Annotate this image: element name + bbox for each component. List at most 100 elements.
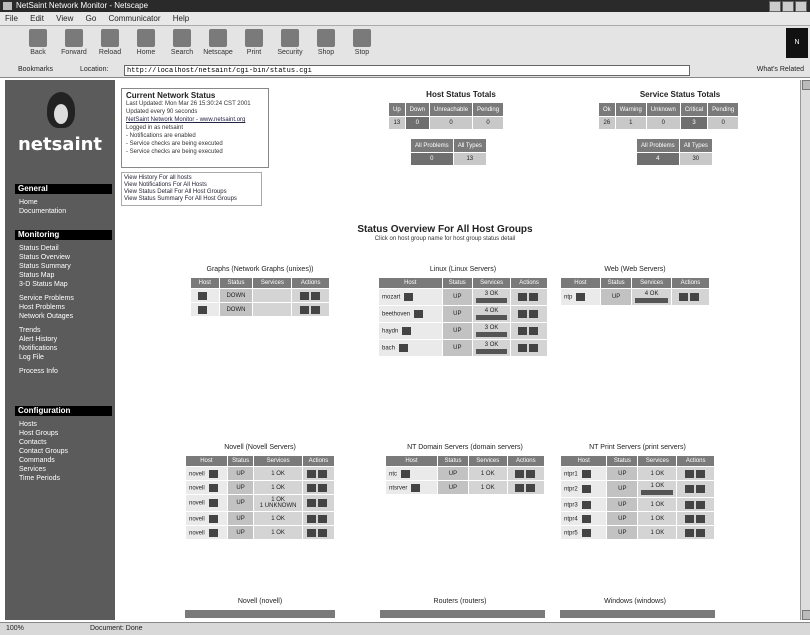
service-detail-icon[interactable] (684, 514, 694, 523)
url-input[interactable] (124, 65, 690, 76)
service-detail-icon[interactable] (299, 291, 309, 300)
sidebar-item-services[interactable]: Services (19, 465, 68, 474)
host-name[interactable]: novell (189, 516, 205, 522)
services-cell[interactable]: 1 OK (253, 525, 303, 540)
sidebar-item-status-map[interactable]: Status Map (19, 271, 74, 280)
services-summary[interactable]: 1 OK (641, 483, 673, 489)
service-detail-icon[interactable] (307, 514, 317, 523)
back-button[interactable]: Back (22, 29, 54, 56)
app-icon[interactable] (3, 2, 12, 10)
service-detail-icon[interactable] (518, 293, 528, 302)
sidebar-item-documentation[interactable]: Documentation (19, 207, 66, 216)
service-totals-header[interactable]: Ok (598, 102, 616, 117)
service-detail-icon[interactable] (307, 528, 317, 537)
sidebar-item-network-outages[interactable]: Network Outages (19, 312, 74, 321)
services-summary[interactable]: 1 OK (472, 485, 504, 491)
service-detail-icon[interactable] (684, 469, 694, 478)
menu-view[interactable]: View (51, 12, 78, 25)
extended-info-icon[interactable] (529, 310, 539, 319)
sidebar-item-3d-status-map[interactable]: 3-D Status Map (19, 280, 74, 289)
host-name[interactable]: novell (189, 501, 205, 507)
service-detail-icon[interactable] (299, 305, 309, 314)
services-cell[interactable]: 1 OK (467, 480, 508, 495)
view-notifications-link[interactable]: View Notifications For All Hosts (124, 182, 259, 189)
extended-info-icon[interactable] (695, 500, 705, 509)
services-cell[interactable]: 1 OK (637, 525, 678, 540)
services-summary[interactable]: 1 OK (641, 530, 673, 536)
home-button[interactable]: Home (130, 29, 162, 56)
extended-info-icon[interactable] (529, 327, 539, 336)
sidebar-item-time-periods[interactable]: Time Periods (19, 474, 68, 483)
host-name[interactable]: ntpr5 (564, 530, 578, 536)
extended-info-icon[interactable] (310, 305, 320, 314)
sidebar-item-service-problems[interactable]: Service Problems (19, 294, 74, 303)
view-status-detail-link[interactable]: View Status Detail For All Host Groups (124, 189, 259, 196)
service-all-header[interactable]: All Types (678, 138, 713, 153)
service-detail-icon[interactable] (679, 293, 689, 302)
extended-info-icon[interactable] (525, 469, 535, 478)
services-cell[interactable] (252, 302, 293, 317)
host-cell[interactable]: ntpr2 (559, 480, 608, 498)
maximize-button[interactable] (782, 1, 794, 12)
service-totals-header[interactable]: Unknown (645, 102, 681, 117)
menu-go[interactable]: Go (81, 12, 102, 25)
services-summary[interactable]: 4 OK (476, 308, 507, 314)
host-name[interactable]: bach (382, 346, 395, 352)
services-summary[interactable]: 4 OK (635, 291, 667, 297)
extended-info-icon[interactable] (318, 514, 328, 523)
host-group-title[interactable]: Linux (Linux Servers) (378, 266, 548, 273)
services-summary[interactable]: 1 OK 1 UNKNOWN (257, 497, 298, 509)
extended-info-icon[interactable] (318, 528, 328, 537)
whats-related-button[interactable]: What's Related (757, 66, 804, 73)
view-history-link[interactable]: View History For all hosts (124, 175, 259, 182)
reload-button[interactable]: Reload (94, 29, 126, 56)
host-totals-header[interactable]: Pending (472, 102, 505, 117)
bookmarks-button[interactable]: Bookmarks (18, 66, 53, 73)
service-detail-icon[interactable] (518, 327, 528, 336)
host-cell[interactable]: novell (185, 525, 228, 540)
services-cell[interactable]: 1 OK (637, 466, 678, 481)
host-cell[interactable]: ntpr1 (559, 466, 608, 481)
services-cell[interactable]: 1 OK (637, 480, 678, 498)
services-cell[interactable]: 1 OK (253, 480, 303, 495)
security-button[interactable]: Security (274, 29, 306, 56)
service-totals-header[interactable]: Pending (707, 102, 740, 117)
host-cell[interactable] (190, 302, 220, 317)
service-detail-icon[interactable] (684, 485, 694, 494)
host-all-header[interactable]: All Problems (410, 138, 454, 153)
extended-info-icon[interactable] (695, 469, 705, 478)
menu-communicator[interactable]: Communicator (104, 12, 166, 25)
host-cell[interactable]: bach (378, 339, 443, 357)
services-summary[interactable]: 1 OK (257, 485, 298, 491)
host-group-title[interactable]: Web (Web Servers) (560, 266, 710, 273)
service-detail-icon[interactable] (307, 483, 317, 492)
service-detail-icon[interactable] (307, 469, 317, 478)
vertical-scrollbar[interactable] (800, 80, 810, 620)
extended-info-icon[interactable] (318, 483, 328, 492)
services-cell[interactable]: 1 OK (467, 466, 508, 481)
host-cell[interactable]: haydn (378, 322, 443, 340)
menu-edit[interactable]: Edit (25, 12, 49, 25)
services-summary[interactable]: 1 OK (641, 502, 673, 508)
services-cell[interactable]: 1 OK (253, 466, 303, 481)
host-totals-header[interactable]: Up (388, 102, 406, 117)
host-cell[interactable]: mozart (378, 288, 443, 306)
print-button[interactable]: Print (238, 29, 270, 56)
bottom-group-title[interactable]: Windows (windows) (560, 598, 710, 605)
host-totals-header[interactable]: Unreachable (429, 102, 474, 117)
host-cell[interactable]: ntc (385, 466, 438, 481)
netscape-button[interactable]: Netscape (202, 29, 234, 56)
bottom-group-title[interactable]: Novell (novell) (190, 598, 330, 605)
services-summary[interactable]: 3 OK (476, 325, 507, 331)
host-name[interactable]: haydn (382, 329, 398, 335)
services-summary[interactable]: 1 OK (472, 471, 504, 477)
extended-info-icon[interactable] (318, 469, 328, 478)
host-name[interactable]: ntpr4 (564, 516, 578, 522)
shop-button[interactable]: Shop (310, 29, 342, 56)
host-cell[interactable]: novell (185, 494, 228, 512)
close-button[interactable] (795, 1, 807, 12)
services-cell[interactable] (252, 288, 293, 303)
extended-info-icon[interactable] (529, 344, 539, 353)
sidebar-item-notifications[interactable]: Notifications (19, 344, 74, 353)
host-group-title[interactable]: Novell (Novell Servers) (185, 444, 335, 451)
